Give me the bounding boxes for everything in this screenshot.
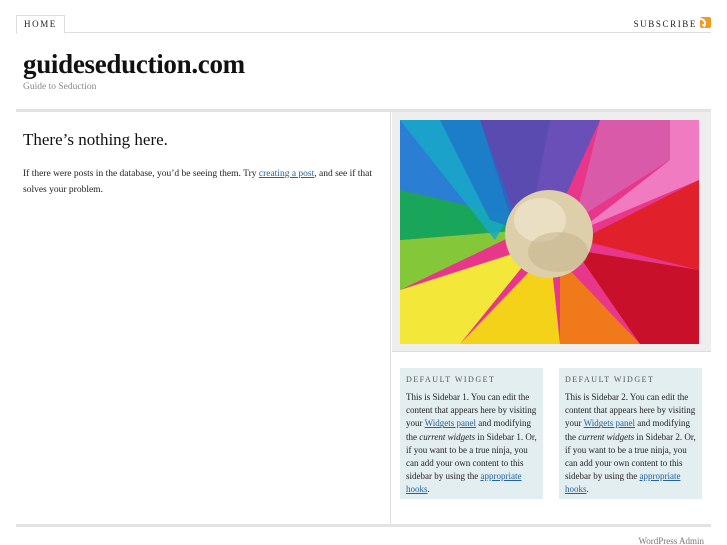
top-navigation: HOME SUBSCRIBE [16,15,711,34]
widget-text-part: . [586,484,589,495]
widgets-panel-link[interactable]: Widgets panel [425,418,476,428]
empty-message: If there were posts in the database, you… [23,166,375,198]
widget-emphasis: current widgets [578,431,635,442]
widgets-panel-link[interactable]: Widgets panel [584,418,635,428]
sidebar-widget-2: Default Widget This is Sidebar 2. You ca… [559,368,702,499]
creating-post-link[interactable]: creating a post [259,169,314,179]
nav-home-tab[interactable]: HOME [16,15,65,34]
content-area: There’s nothing here. If there were post… [16,109,711,525]
featured-image [400,120,699,344]
widget-text: This is Sidebar 2. You can edit the cont… [565,391,696,497]
main-column: There’s nothing here. If there were post… [23,130,375,198]
footer-divider [16,524,711,527]
sidebar-widget-1: Default Widget This is Sidebar 1. You ca… [400,368,543,499]
subscribe-link[interactable]: SUBSCRIBE [634,17,711,30]
message-text-start: If there were posts in the database, you… [23,169,259,179]
widget-title: Default Widget [565,375,655,384]
widget-emphasis: current widgets [419,431,476,442]
page-heading: There’s nothing here. [23,130,168,149]
site-tagline: Guide to Seduction [23,82,97,92]
site-title[interactable]: guideseduction.com [23,48,245,80]
subscribe-label[interactable]: SUBSCRIBE [634,19,697,29]
rss-icon[interactable] [700,17,711,28]
widget-title: Default Widget [406,375,496,384]
wordpress-admin-link[interactable]: WordPress Admin [638,536,704,545]
widget-text-part: . [427,484,430,495]
feature-image-box [392,112,711,352]
column-divider [390,112,391,525]
widget-text: This is Sidebar 1. You can edit the cont… [406,391,537,497]
